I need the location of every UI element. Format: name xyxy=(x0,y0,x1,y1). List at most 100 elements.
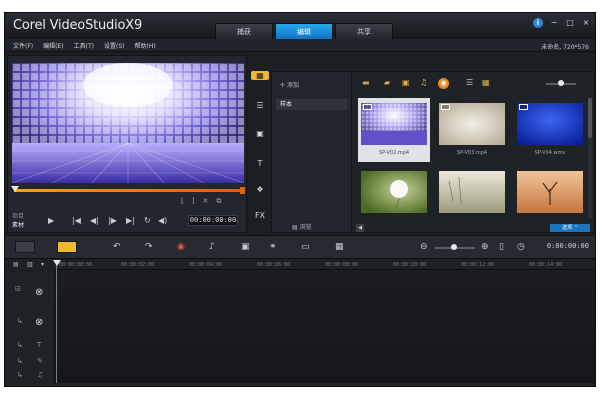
zoom-in-icon[interactable]: ⊕ xyxy=(481,242,489,252)
zoom-knob[interactable] xyxy=(451,244,457,250)
subtitle-editor-icon[interactable]: ▭ xyxy=(301,242,310,252)
video-track-toggle-icon[interactable]: ⊟ xyxy=(15,285,21,293)
thumbnail-view-icon[interactable]: ▦ xyxy=(482,78,490,87)
mode-project[interactable]: 项目 xyxy=(12,212,24,221)
menu-settings[interactable]: 设置(S) xyxy=(104,41,125,50)
add-folder-button[interactable]: ✛ 添加 xyxy=(280,80,299,89)
track-area[interactable] xyxy=(55,271,595,383)
title-icon[interactable]: T xyxy=(251,159,269,168)
title-track-icon[interactable]: T xyxy=(37,341,41,349)
split-icon[interactable]: ✕ xyxy=(202,197,208,206)
plus-icon: ✛ xyxy=(280,82,287,89)
menu-help[interactable]: 帮助(H) xyxy=(134,41,155,50)
voice-track-icon[interactable]: ✎ xyxy=(37,357,43,365)
ripple-icon[interactable]: ▾ xyxy=(41,261,44,268)
scrollbar-thumb[interactable] xyxy=(588,98,592,138)
playhead[interactable] xyxy=(53,260,61,383)
overlay-track-icon[interactable]: ⊗ xyxy=(35,317,43,328)
thumbnail-grid: SP-V02.mp4 SP-V03.mp4 SP-V04.wmv xyxy=(358,98,588,224)
music-track-toggle-icon[interactable]: ↳ xyxy=(17,371,23,379)
thumbnail-item[interactable]: SP-V03.mp4 xyxy=(436,98,508,162)
volume-icon[interactable]: ◀) xyxy=(158,216,167,225)
repeat-icon[interactable]: ↻ xyxy=(144,216,151,225)
show-photo-icon[interactable]: ▣ xyxy=(402,78,410,87)
thumbnail-image xyxy=(439,171,505,213)
mark-in-button[interactable]: [ xyxy=(181,197,184,206)
library-scrollbar[interactable] xyxy=(588,98,592,218)
thumbnail-item[interactable] xyxy=(436,166,508,230)
thumbnail-item[interactable]: SP-V02.mp4 xyxy=(358,98,430,162)
slider-knob[interactable] xyxy=(558,80,564,86)
end-icon[interactable]: ▶| xyxy=(126,216,135,225)
multi-camera-icon[interactable]: ▦ xyxy=(335,242,344,252)
thumbnail-size-slider[interactable] xyxy=(546,80,576,86)
player-panel: [ ] ✕ ⧉ 项目 素材 ▶ |◀ ◀| |▶ ▶| ↻ ◀) 00:00:0… xyxy=(7,55,247,233)
menu-tools[interactable]: 工具(T) xyxy=(74,41,94,50)
enlarge-icon[interactable]: ⧉ xyxy=(216,197,221,206)
options-button[interactable]: 选项 ⌃ xyxy=(550,224,590,232)
folder-samples[interactable]: 样本 xyxy=(276,99,348,110)
timeline-ruler[interactable]: 00:00:00:00 00:00:02:00 00:00:04:00 00:0… xyxy=(55,260,595,270)
overlay-track-toggle-icon[interactable]: ↳ xyxy=(17,317,23,325)
timecode-display[interactable]: 00:00:00:00 xyxy=(188,215,238,226)
previous-frame-icon[interactable]: ◀| xyxy=(90,216,99,225)
timeline-zoom-slider[interactable] xyxy=(435,244,475,250)
fx-icon[interactable]: FX xyxy=(251,211,269,220)
title-bar: Corel VideoStudioX9 捕获 编辑 共享 i − □ × xyxy=(5,13,595,39)
fx-filter-icon[interactable]: ◉ xyxy=(438,78,449,89)
undo-icon[interactable]: ↶ xyxy=(113,242,121,252)
next-frame-icon[interactable]: |▶ xyxy=(108,216,117,225)
playhead-handle[interactable] xyxy=(53,260,61,266)
record-capture-icon[interactable]: ◉ xyxy=(177,242,185,252)
thumbnail-item[interactable] xyxy=(358,166,430,230)
storyboard-view-button[interactable] xyxy=(15,241,35,253)
voice-track-toggle-icon[interactable]: ↳ xyxy=(17,357,23,365)
menu-file[interactable]: 文件(F) xyxy=(13,41,33,50)
fit-project-icon[interactable]: ▯ xyxy=(499,242,504,252)
workspace-tabs: 捕获 编辑 共享 xyxy=(215,23,393,39)
browse-button[interactable]: ▤ 浏览 xyxy=(292,222,312,231)
auto-music-icon[interactable]: ▣ xyxy=(241,242,250,252)
zoom-out-icon[interactable]: ⊖ xyxy=(420,242,428,252)
chapter-icon[interactable]: ▥ xyxy=(27,261,33,268)
graphic-icon[interactable]: ❖ xyxy=(251,185,269,194)
thumbnail-item[interactable]: SP-V04.wmv xyxy=(514,98,586,162)
thumbnail-item[interactable] xyxy=(514,166,586,230)
tab-edit[interactable]: 编辑 xyxy=(275,23,333,39)
track-manager-icon[interactable]: ▤ xyxy=(13,261,19,268)
info-icon[interactable]: i xyxy=(533,18,543,28)
show-video-icon[interactable]: ▰ xyxy=(384,78,390,87)
video-track-icon[interactable]: ⊗ xyxy=(35,287,43,298)
scrubber-bar[interactable] xyxy=(11,186,245,194)
instant-project-icon[interactable]: ☰ xyxy=(251,101,269,110)
timeline-view-button[interactable] xyxy=(57,241,77,253)
title-track-toggle-icon[interactable]: ↳ xyxy=(17,341,23,349)
motion-tracking-icon[interactable]: ⚭ xyxy=(269,242,277,252)
playback-controls: 项目 素材 ▶ |◀ ◀| |▶ ▶| ↻ ◀) 00:00:00:00 xyxy=(12,212,244,230)
trim-marker-end[interactable] xyxy=(240,187,245,194)
media-icon[interactable]: ▦ xyxy=(251,71,269,80)
play-icon[interactable]: ▶ xyxy=(48,216,54,225)
tab-share[interactable]: 共享 xyxy=(335,23,393,39)
music-track-icon[interactable]: ♫ xyxy=(37,371,43,379)
folder-icon[interactable]: ▬ xyxy=(362,78,370,87)
show-audio-icon[interactable]: ♫ xyxy=(420,78,427,87)
duration-icon[interactable]: ◷ xyxy=(517,242,525,252)
scrubber-handle[interactable] xyxy=(11,186,19,192)
mode-clip[interactable]: 素材 xyxy=(12,221,24,230)
minimize-icon[interactable]: − xyxy=(549,18,559,28)
mark-buttons: [ ] ✕ ⧉ xyxy=(181,197,221,206)
sound-mixer-icon[interactable]: ♪ xyxy=(209,242,215,252)
close-icon[interactable]: × xyxy=(581,18,591,28)
play-mode-selector[interactable]: 项目 素材 xyxy=(12,212,24,230)
preview-window[interactable] xyxy=(12,63,244,183)
redo-icon[interactable]: ↷ xyxy=(145,242,153,252)
mark-out-button[interactable]: ] xyxy=(192,197,195,206)
list-view-icon[interactable]: ☰ xyxy=(466,78,473,87)
transition-icon[interactable]: ▣ xyxy=(251,129,269,138)
tab-capture[interactable]: 捕获 xyxy=(215,23,273,39)
menu-edit[interactable]: 编辑(E) xyxy=(43,41,63,50)
maximize-icon[interactable]: □ xyxy=(565,18,575,28)
collapse-icon[interactable]: ◀ xyxy=(356,224,364,232)
home-icon[interactable]: |◀ xyxy=(72,216,81,225)
